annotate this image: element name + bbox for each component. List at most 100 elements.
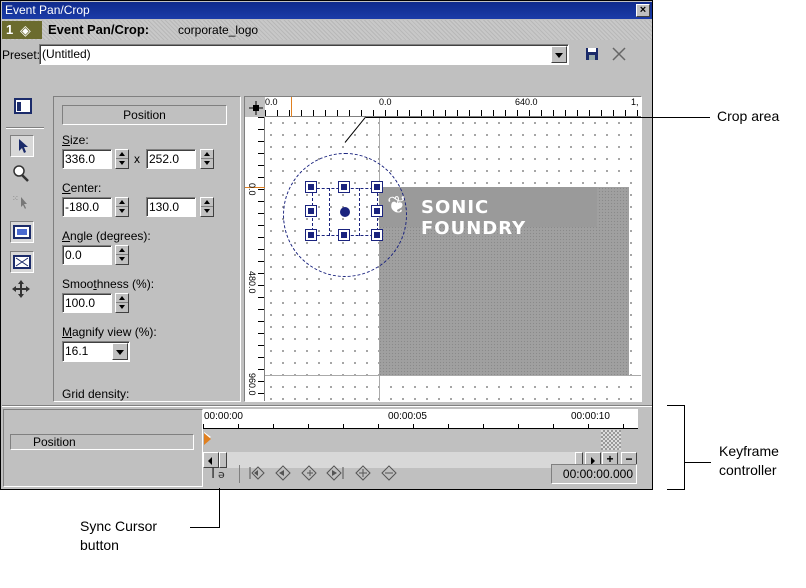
event-index: 1: [6, 22, 14, 37]
sync-cursor-icon[interactable]: Iə: [211, 463, 233, 483]
crop-handle-right[interactable]: [371, 205, 383, 217]
ruler-origin-icon: [249, 101, 263, 115]
track-position[interactable]: Position: [10, 434, 194, 450]
event-label: Event Pan/Crop:: [48, 22, 150, 37]
delete-keyframe-icon[interactable]: [379, 463, 399, 483]
ruler-left-label: 480.0: [247, 271, 257, 294]
angle-field[interactable]: 0.0: [62, 245, 112, 265]
next-keyframe-icon[interactable]: [353, 463, 373, 483]
event-badge: 1 ◈: [2, 21, 42, 39]
close-button[interactable]: ×: [636, 4, 650, 17]
angle-spinner[interactable]: [115, 245, 129, 265]
prev-keyframe-icon[interactable]: [273, 463, 293, 483]
crop-handle-top-left[interactable]: [305, 181, 317, 193]
timeline-tick-label: 00:00:00: [204, 411, 243, 422]
delete-preset-icon[interactable]: [611, 46, 627, 62]
lock-aspect-ratio-icon[interactable]: [10, 221, 34, 243]
svg-text:ə: ə: [218, 468, 225, 481]
canvas-grid[interactable]: ❦ SONIC FOUNDRY: [265, 117, 641, 401]
sync-leader-horizontal: [190, 527, 220, 528]
sync-leader-vertical: [219, 488, 220, 528]
ruler-left-label: 960.0: [247, 373, 257, 396]
normal-edit-tool-icon[interactable]: [10, 135, 34, 157]
center-y-field[interactable]: 130.0: [146, 197, 196, 217]
chevron-down-icon: [555, 53, 563, 58]
ruler-top-label: 1,: [631, 97, 639, 107]
timeline-tick-label: 00:00:05: [388, 411, 427, 422]
keyframe-toolbar: Iə: [211, 463, 451, 485]
preset-label: Preset:: [2, 48, 41, 62]
ruler-left-label: 0.0: [247, 183, 257, 196]
preset-dropdown-button[interactable]: [551, 46, 567, 63]
keyframe-bracket-vertical: [684, 405, 685, 490]
event-name: corporate_logo: [178, 23, 259, 37]
magnify-combo[interactable]: 16.1: [62, 341, 130, 362]
last-keyframe-icon[interactable]: [325, 463, 347, 483]
size-width-spinner[interactable]: [115, 149, 129, 169]
keyframe-callout-line2: controller: [719, 462, 777, 478]
add-keyframe-icon[interactable]: [299, 463, 319, 483]
end-region: [601, 430, 621, 450]
show-properties-icon[interactable]: [12, 96, 36, 118]
keyframe-callout-line1: Keyframe: [719, 443, 779, 459]
crop-handle-top[interactable]: [338, 181, 350, 193]
ruler-top: 0.0 0.0 640.0 1,: [265, 97, 641, 117]
sync-callout-line2: button: [80, 537, 119, 553]
grid-density-label: Grid density:: [62, 387, 130, 401]
keyframe-bracket-top: [667, 405, 685, 406]
canvas-guide-horizontal: [265, 375, 641, 376]
magnify-dropdown-button[interactable]: [112, 343, 128, 360]
crop-center-point[interactable]: [340, 207, 350, 217]
crop-handle-bottom-right[interactable]: [371, 229, 383, 241]
preset-combo[interactable]: (Untitled): [39, 44, 569, 65]
smoothness-spinner[interactable]: [115, 293, 129, 313]
center-x-spinner[interactable]: [115, 197, 129, 217]
ruler-left: 0.0 480.0 960.0: [245, 117, 265, 401]
ruler-left-ticks: [258, 117, 264, 401]
keyframe-marker-icon: [204, 433, 211, 445]
size-height-field[interactable]: 252.0: [146, 149, 196, 169]
preset-value: (Untitled): [42, 47, 91, 61]
pan-crop-window: Event Pan/Crop × 1 ◈ Event Pan/Crop: cor…: [0, 0, 653, 490]
size-label: Size:: [62, 133, 89, 147]
zoom-tool-icon[interactable]: [10, 163, 34, 185]
size-height-spinner[interactable]: [200, 149, 214, 169]
size-width-field[interactable]: 336.0: [62, 149, 112, 169]
smoothness-label: Smoothness (%):: [62, 277, 155, 291]
tool-divider: [6, 127, 44, 129]
crop-handle-bottom-left[interactable]: [305, 229, 317, 241]
sync-callout-line1: Sync Cursor: [80, 518, 158, 534]
ruler-top-label: 0.0: [379, 97, 392, 107]
center-y-spinner[interactable]: [200, 197, 214, 217]
timeline-tick-label: 00:00:10: [571, 411, 610, 422]
first-keyframe-icon[interactable]: [247, 463, 267, 483]
svg-text:⁙: ⁙: [12, 194, 19, 203]
pan-crop-canvas[interactable]: 0.0 0.0 640.0 1, 0.0 480.0 960.0 ❦ SONIC…: [244, 96, 642, 402]
center-x-field[interactable]: -180.0: [62, 197, 112, 217]
toolbar-divider: [239, 465, 240, 483]
title-bar: Event Pan/Crop ×: [2, 2, 652, 19]
timeline-ticks: [203, 424, 638, 428]
ruler-top-marker: [291, 97, 292, 117]
crop-handle-left[interactable]: [305, 205, 317, 217]
angle-label: Angle (degrees):: [62, 229, 151, 243]
crop-handle-top-right[interactable]: [371, 181, 383, 193]
ruler-top-label: 0.0: [265, 97, 278, 107]
smoothness-field[interactable]: 100.0: [62, 293, 112, 313]
center-label: Center:: [62, 181, 102, 195]
keyframe-track[interactable]: [203, 430, 621, 450]
keyframe-bracket-bottom: [667, 489, 685, 490]
enable-snapping-icon[interactable]: ⁙: [10, 191, 34, 213]
crop-handle-bottom[interactable]: [338, 229, 350, 241]
save-icon[interactable]: [585, 47, 599, 61]
position-panel-header: Position: [62, 105, 227, 125]
keyframe-leader: [685, 462, 711, 463]
magnify-label: Magnify view (%):: [62, 325, 157, 339]
crop-area-leader: [366, 117, 710, 118]
ruler-top-ticks: [265, 110, 641, 116]
size-x-label: x: [134, 152, 140, 166]
track-list: Position: [3, 409, 203, 487]
splitter[interactable]: [2, 405, 652, 407]
scale-about-center-icon[interactable]: [10, 251, 34, 273]
move-freely-icon[interactable]: [10, 279, 34, 301]
